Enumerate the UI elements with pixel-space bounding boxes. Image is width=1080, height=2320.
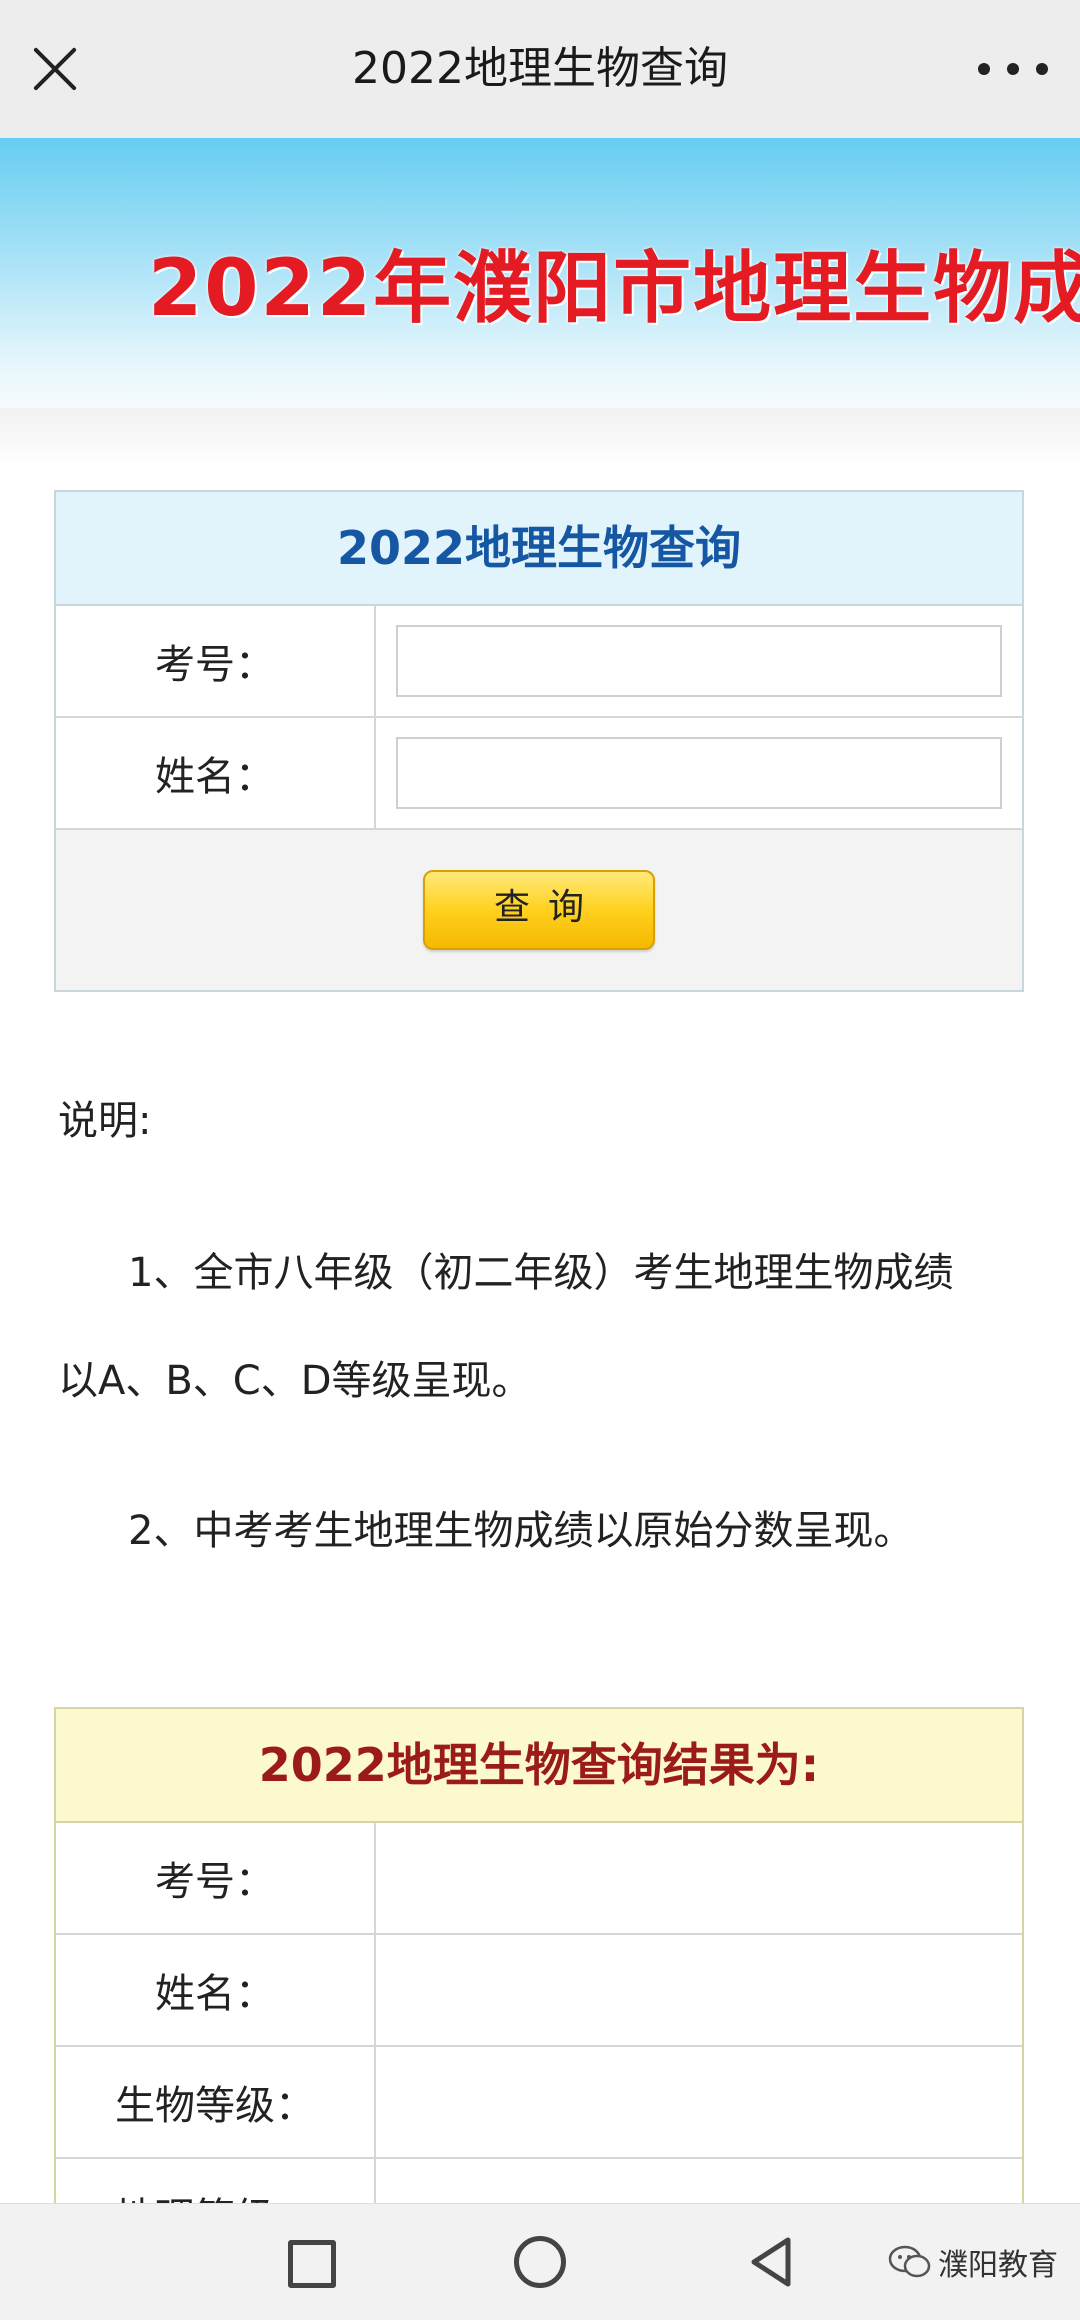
exam-no-label: 考号： — [56, 606, 376, 716]
recent-apps-icon[interactable] — [282, 2234, 338, 2290]
query-form: 2022地理生物查询 考号： 姓名： 查询 — [54, 490, 1024, 992]
button-row: 查询 — [56, 830, 1022, 990]
instruction-line-1: 1、全市八年级（初二年级）考生地理生物成绩 — [128, 1250, 954, 1296]
back-icon[interactable] — [744, 2234, 800, 2290]
result-value — [376, 2047, 1022, 2157]
header-banner: 2022年濮阳市地理生物成绩查 — [0, 138, 1080, 408]
name-row: 姓名： — [56, 718, 1022, 830]
system-nav-bar: 濮阳教育 — [0, 2203, 1080, 2320]
more-options-icon[interactable] — [978, 52, 1048, 86]
home-icon[interactable] — [512, 2234, 568, 2290]
query-form-heading: 2022地理生物查询 — [56, 492, 1022, 606]
result-row: 生物等级： — [56, 2047, 1022, 2159]
result-value — [376, 1823, 1022, 1933]
instruction-line-2: 2、中考考生地理生物成绩以原始分数呈现。 — [128, 1508, 914, 1554]
exam-no-row: 考号： — [56, 606, 1022, 718]
result-row: 姓名： — [56, 1935, 1022, 2047]
instruction-line-1-cont: 以A、B、C、D等级呈现。 — [58, 1358, 532, 1404]
wechat-icon — [888, 2245, 931, 2278]
page-title: 2022地理生物查询 — [352, 43, 728, 94]
exam-no-input[interactable] — [396, 625, 1002, 697]
name-input[interactable] — [396, 737, 1002, 809]
watermark-text: 濮阳教育 — [938, 2248, 1058, 2283]
result-label: 生物等级： — [56, 2047, 376, 2157]
result-label: 姓名： — [56, 1935, 376, 2045]
banner-divider — [0, 408, 1080, 468]
instructions-title: 说明: — [58, 1098, 152, 1144]
watermark: 濮阳教育 — [888, 2240, 1058, 2284]
result-label: 考号： — [56, 1823, 376, 1933]
close-icon[interactable] — [30, 44, 80, 94]
result-table: 2022地理生物查询结果为: 考号： 姓名： 生物等级： 地理等级： — [54, 1707, 1024, 2271]
result-row: 考号： — [56, 1823, 1022, 1935]
query-button[interactable]: 查询 — [423, 870, 655, 950]
result-heading: 2022地理生物查询结果为: — [56, 1709, 1022, 1823]
result-value — [376, 1935, 1022, 2045]
title-bar: 2022地理生物查询 — [0, 0, 1080, 139]
banner-title: 2022年濮阳市地理生物成绩查 — [148, 244, 1080, 334]
name-label: 姓名： — [56, 718, 376, 828]
